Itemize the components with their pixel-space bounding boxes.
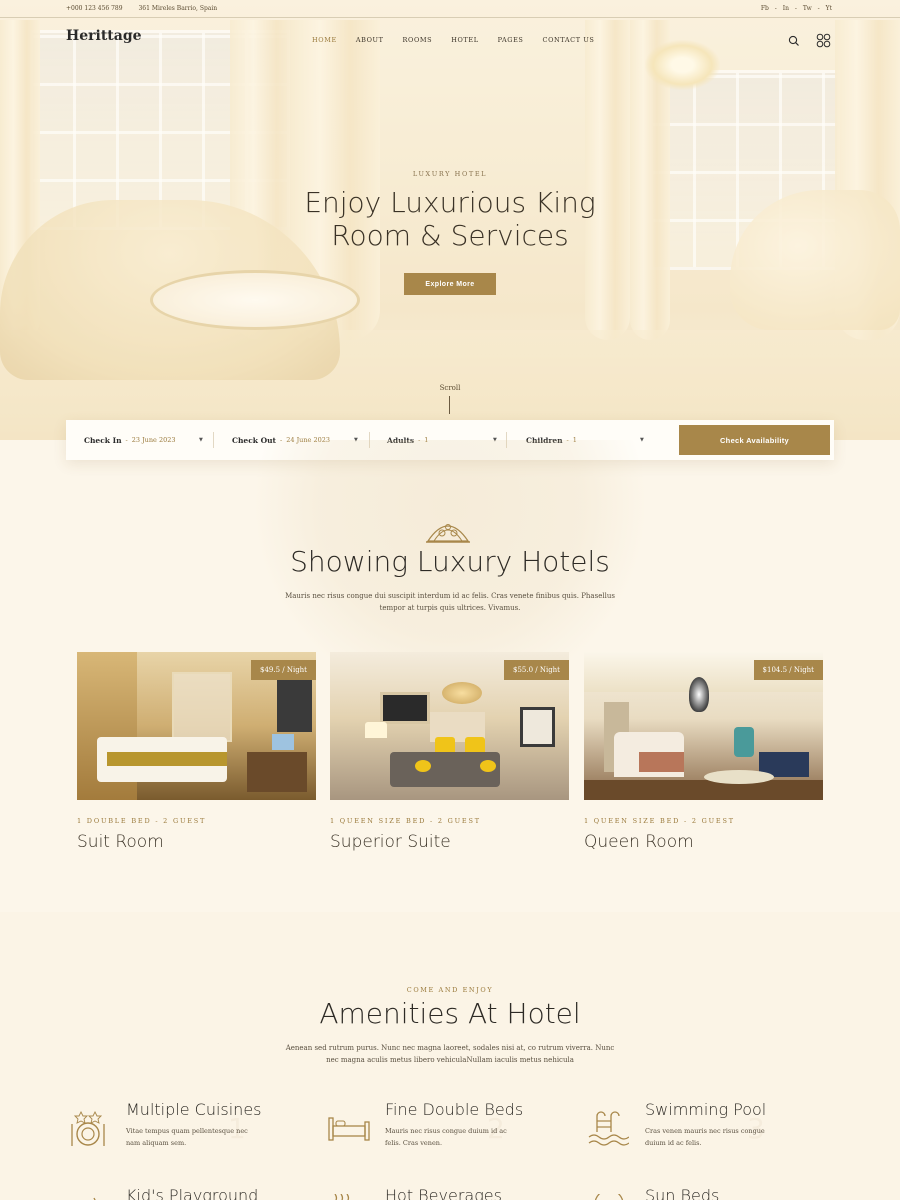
room-photo[interactable]: $49.5 / Night xyxy=(77,652,316,800)
nav-menu: HOME ABOUT ROOMS HOTEL PAGES CONTACT US xyxy=(312,36,613,44)
nav-home[interactable]: HOME xyxy=(312,36,337,44)
hero-text: LUXURY HOTEL Enjoy Luxurious King Room &… xyxy=(0,170,900,252)
nav-rooms[interactable]: ROOMS xyxy=(403,36,433,44)
room-price-badge: $55.0 / Night xyxy=(503,660,569,680)
room-meta: 1 QUEEN SIZE BED - 2 GUEST xyxy=(584,817,735,825)
scroll-indicator xyxy=(449,396,450,414)
social-youtube[interactable]: Yt xyxy=(826,5,832,12)
room-price-badge: $49.5 / Night xyxy=(250,660,316,680)
hero-eyebrow: LUXURY HOTEL xyxy=(412,170,488,178)
social-twitter[interactable]: Tw xyxy=(803,5,812,12)
amenity-desc: Mauris nec risus congue duium id ac feli… xyxy=(385,1127,507,1147)
sunbed-icon xyxy=(594,1194,624,1200)
bed-icon xyxy=(328,1117,370,1141)
amenities-description: Aenean sed rutrum purus. Nunc nec magna … xyxy=(285,1044,615,1064)
main-nav: Herittage HOME ABOUT ROOMS HOTEL PAGES C… xyxy=(0,26,900,56)
amenity-item: Sun Beds xyxy=(587,1186,827,1200)
amenity-title: Fine Double Beds xyxy=(385,1100,524,1119)
amenity-title: Sun Beds xyxy=(645,1186,720,1200)
room-price-badge: $104.5 / Night xyxy=(753,660,823,680)
playground-icon xyxy=(93,1197,96,1200)
amenity-title: Hot Beverages xyxy=(385,1186,502,1200)
scroll-label[interactable]: Scroll xyxy=(0,384,900,392)
amenity-item: 3 Swimming Pool Cras venen mauris nec ri… xyxy=(587,1100,827,1168)
room-meta: 1 QUEEN SIZE BED - 2 GUEST xyxy=(330,817,481,825)
nav-hotel[interactable]: HOTEL xyxy=(451,36,478,44)
room-name[interactable]: Superior Suite xyxy=(330,832,569,852)
amenity-item: Kid's Playground xyxy=(68,1186,308,1200)
social-linkedin[interactable]: In xyxy=(783,5,789,12)
amenity-title: Swimming Pool xyxy=(645,1100,767,1119)
nav-pages[interactable]: PAGES xyxy=(498,36,524,44)
hero-banner: +000 123 456 789 361 Mireles Barrio, Spa… xyxy=(0,0,900,440)
phone-number[interactable]: +000 123 456 789 xyxy=(66,5,123,12)
room-card[interactable]: $55.0 / Night 1 QUEEN SIZE BED - 2 GUEST… xyxy=(330,652,569,852)
room-meta: 1 DOUBLE BED - 2 GUEST xyxy=(77,817,207,825)
social-facebook[interactable]: Fb xyxy=(761,5,769,12)
room-name[interactable]: Suit Room xyxy=(77,832,316,852)
amenities-title: Amenities At Hotel xyxy=(319,997,581,1030)
nav-about[interactable]: ABOUT xyxy=(356,36,384,44)
hotels-title: Showing Luxury Hotels xyxy=(290,545,610,578)
room-photo[interactable]: $104.5 / Night xyxy=(584,652,823,800)
room-card[interactable]: $49.5 / Night 1 DOUBLE BED - 2 GUEST Sui… xyxy=(77,652,316,852)
brand-logo[interactable]: Herittage xyxy=(66,28,142,44)
hotels-description: Mauris nec risus congue dui suscipit int… xyxy=(285,592,615,612)
amenity-title: Kid's Playground xyxy=(126,1186,259,1200)
amenities-eyebrow: COME AND ENJOY xyxy=(406,986,494,994)
beverage-icon xyxy=(334,1194,350,1200)
explore-more-button[interactable]: Explore More xyxy=(404,273,496,295)
room-photo[interactable]: $55.0 / Night xyxy=(330,652,569,800)
cuisine-icon xyxy=(71,1110,105,1146)
amenity-item: 1 Multiple Cuisines Vitae tempus quam pe… xyxy=(68,1100,308,1168)
search-icon[interactable] xyxy=(788,35,800,47)
amenity-item: 2 Fine Double Beds Mauris nec risus cong… xyxy=(327,1100,567,1168)
ornament-icon xyxy=(426,524,470,543)
amenity-desc: Vitae tempus quam pellentesque nec nam a… xyxy=(126,1127,248,1147)
amenity-desc: Cras venen mauris nec risus congue duium… xyxy=(645,1127,765,1147)
pool-icon xyxy=(588,1111,629,1146)
address: 361 Mireles Barrio, Spain xyxy=(138,5,218,12)
social-links: Fb - In - Tw - Yt xyxy=(760,5,832,12)
hero-title: Enjoy Luxurious King Room & Services xyxy=(304,186,596,252)
nav-contact[interactable]: CONTACT US xyxy=(543,36,595,44)
amenity-title: Multiple Cuisines xyxy=(126,1100,262,1119)
room-card[interactable]: $104.5 / Night 1 QUEEN SIZE BED - 2 GUES… xyxy=(584,652,823,852)
top-bar: +000 123 456 789 361 Mireles Barrio, Spa… xyxy=(0,0,900,18)
amenity-item: Hot Beverages xyxy=(327,1186,567,1200)
room-name[interactable]: Queen Room xyxy=(584,832,823,852)
menu-grid-icon[interactable] xyxy=(816,33,831,48)
